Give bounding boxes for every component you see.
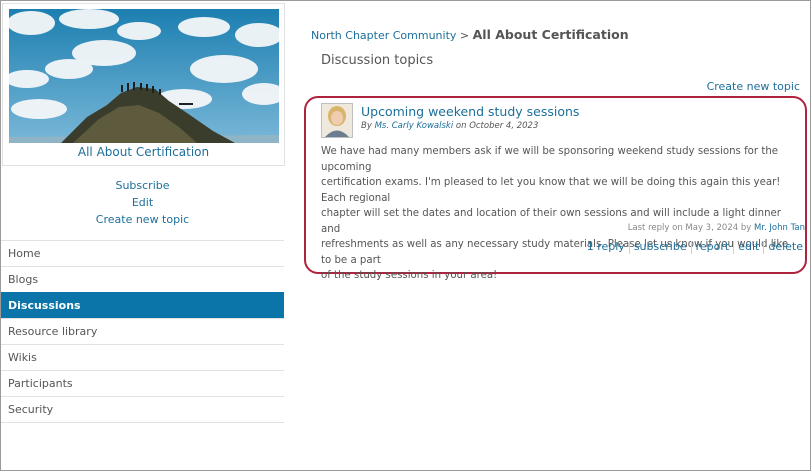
topic-body-line: of the study sessions in your area!: [321, 270, 498, 281]
report-link[interactable]: report: [696, 240, 730, 253]
last-reply-user-link[interactable]: Mr. John Tan: [754, 223, 805, 233]
divider: [733, 240, 735, 254]
byline-prefix: By: [361, 121, 372, 131]
subscribe-link[interactable]: Subscribe: [115, 179, 169, 192]
user-photo-icon: [322, 104, 352, 137]
topic-date: October 4, 2023: [469, 121, 539, 131]
sidebar-item-participants[interactable]: Participants: [1, 370, 284, 396]
last-reply-info: Last reply on May 3, 2024 by Mr. John Ta…: [628, 223, 805, 233]
divider: [763, 240, 765, 254]
last-reply-text: Last reply on May 3, 2024 by: [627, 223, 752, 233]
replies-link[interactable]: 1 reply: [587, 240, 625, 253]
subscribe-topic-link[interactable]: subscribe: [634, 240, 687, 253]
breadcrumb: North Chapter Community > All About Cert…: [311, 27, 629, 42]
community-actions: Subscribe Edit Create new topic: [1, 177, 284, 228]
sidebar-item-home[interactable]: Home: [1, 240, 284, 266]
divider: [690, 240, 692, 254]
sidebar-item-blogs[interactable]: Blogs: [1, 266, 284, 292]
breadcrumb-current: All About Certification: [472, 27, 629, 42]
topic-actions: 1 reply subscribe report edit delete: [587, 240, 803, 254]
divider: [628, 240, 630, 254]
sidebar-item-resource-library[interactable]: Resource library: [1, 318, 284, 344]
create-new-topic-link[interactable]: Create new topic: [707, 80, 800, 93]
sidebar-nav: Home Blogs Discussions Resource library …: [1, 240, 284, 423]
community-title[interactable]: All About Certification: [3, 145, 284, 159]
edit-link[interactable]: Edit: [132, 196, 153, 209]
breadcrumb-separator: >: [459, 29, 470, 42]
breadcrumb-parent-link[interactable]: North Chapter Community: [311, 29, 456, 42]
sidebar-item-discussions[interactable]: Discussions: [1, 292, 284, 318]
sidebar-create-topic-link[interactable]: Create new topic: [96, 213, 189, 226]
sidebar-item-security[interactable]: Security: [1, 396, 284, 423]
topic-title-link[interactable]: Upcoming weekend study sessions: [361, 104, 579, 119]
edit-topic-link[interactable]: edit: [738, 240, 759, 253]
author-avatar: [321, 103, 353, 138]
community-header-card: All About Certification: [2, 3, 285, 166]
topic-byline: By Ms. Carly Kowalski on October 4, 2023: [361, 121, 538, 131]
sidebar: All About Certification Subscribe Edit C…: [1, 1, 285, 470]
discussion-topic-card: Upcoming weekend study sessions By Ms. C…: [304, 96, 807, 281]
author-link[interactable]: Ms. Carly Kowalski: [375, 121, 454, 131]
topic-body-line: We have had many members ask if we will …: [321, 146, 779, 173]
community-banner-image: [9, 9, 279, 143]
page-title: Discussion topics: [321, 53, 434, 68]
delete-topic-link[interactable]: delete: [768, 240, 803, 253]
topic-body: We have had many members ask if we will …: [321, 144, 801, 284]
topic-body-line: certification exams. I'm pleased to let …: [321, 177, 781, 204]
sidebar-item-wikis[interactable]: Wikis: [1, 344, 284, 370]
byline-date-prefix: on: [455, 121, 467, 131]
app-window: All About Certification Subscribe Edit C…: [0, 0, 811, 471]
